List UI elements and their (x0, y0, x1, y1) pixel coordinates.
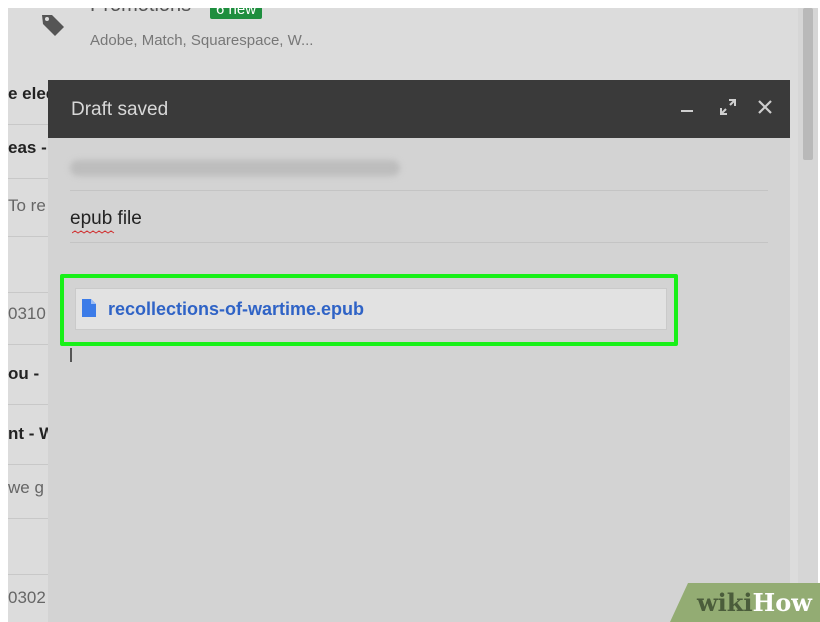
expand-icon[interactable] (719, 96, 737, 122)
watermark-wiki: wiki (697, 588, 753, 617)
spellcheck-underline (72, 230, 115, 234)
row-divider (8, 574, 48, 575)
subject-field[interactable]: epub file (70, 208, 142, 230)
gmail-window: Promotions 6 new Adobe, Match, Squarespa… (8, 8, 818, 622)
scrollbar-thumb[interactable] (803, 8, 813, 160)
attachment-filename[interactable]: recollections-of-wartime.epub (108, 299, 364, 320)
compose-title: Draft saved (71, 99, 169, 120)
inbox-row-text[interactable]: e elec (8, 84, 48, 104)
watermark-how: How (752, 588, 812, 617)
minimize-icon[interactable] (680, 96, 694, 122)
inbox-row-text[interactable]: we g (8, 478, 48, 498)
promotions-row[interactable]: Promotions 6 new Adobe, Match, Squarespa… (8, 8, 818, 68)
inbox-row-text[interactable]: nt - W (8, 424, 48, 444)
inbox-row-text[interactable]: To re (8, 196, 48, 216)
row-divider (8, 292, 48, 293)
promotions-senders: Adobe, Match, Squarespace, W... (90, 32, 314, 49)
row-divider (8, 518, 48, 519)
row-divider (8, 178, 48, 179)
new-count-badge: 6 new (210, 8, 263, 19)
compose-header[interactable]: Draft saved (48, 80, 790, 138)
divider (70, 242, 768, 243)
row-divider (8, 344, 48, 345)
compose-window: Draft saved epub file recollections-of-w… (48, 80, 790, 622)
inbox-row-text[interactable]: ou - (8, 364, 48, 384)
wikihow-watermark: wikiHow (697, 588, 812, 617)
inbox-row-text[interactable]: eas - (8, 138, 48, 158)
inbox-row-text[interactable]: 0302 (8, 588, 48, 608)
row-divider (8, 464, 48, 465)
promotions-label: Promotions (90, 8, 191, 17)
file-icon (82, 299, 96, 317)
close-icon[interactable] (757, 96, 773, 122)
divider (70, 190, 768, 191)
row-divider (8, 124, 48, 125)
inbox-row-text[interactable]: 0310 (8, 304, 48, 324)
recipient-field[interactable] (70, 160, 400, 176)
text-cursor (70, 348, 72, 362)
row-divider (8, 236, 48, 237)
tag-icon (42, 15, 64, 36)
row-divider (8, 404, 48, 405)
